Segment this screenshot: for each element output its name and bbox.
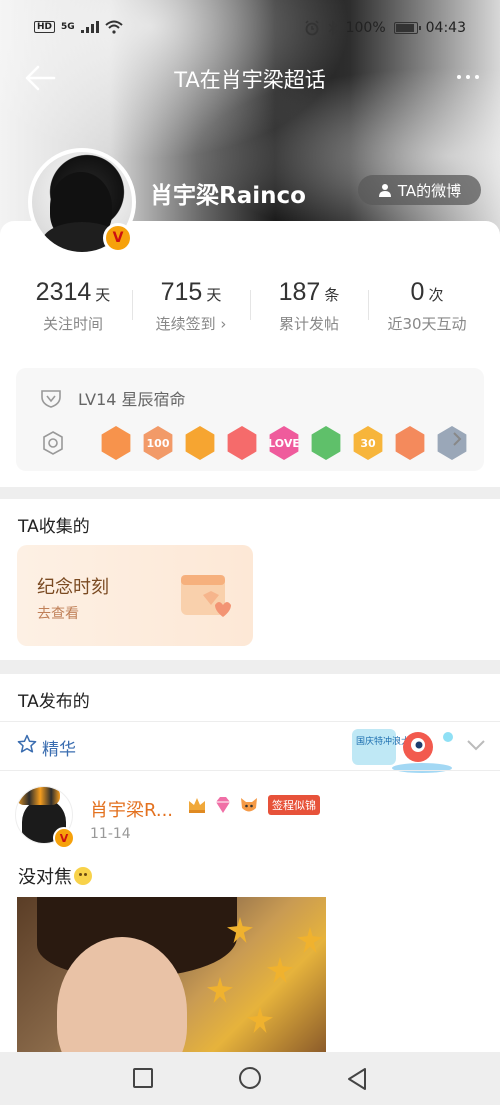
stat-value: 2314 <box>35 278 92 306</box>
stats-row: 2314 天 关注时间 715 天 连续签到 › 187 条 累计发帖 0次 近30天… <box>14 278 486 334</box>
wifi-icon <box>105 20 123 34</box>
clock: 04:43 <box>425 20 466 36</box>
stat-unit: 次 <box>428 286 444 304</box>
memorial-card-title: 纪念时刻 <box>37 577 109 598</box>
stat-label: 连续签到 › <box>155 315 227 333</box>
badge-label: 100 <box>146 436 170 450</box>
divider <box>0 770 500 771</box>
system-nav-bar <box>0 1052 500 1105</box>
stat-posts: 187 条 累计发帖 <box>250 278 368 334</box>
top-nav: TA在肖宇梁超话 <box>0 58 500 98</box>
battery-percent: 100% <box>345 20 386 36</box>
chevron-down-icon[interactable] <box>466 738 486 752</box>
emoji-icon <box>74 867 92 885</box>
badge-label: LOVE <box>268 436 300 450</box>
page-title: TA在肖宇梁超话 <box>174 68 326 92</box>
fox-fan-icon <box>241 798 257 812</box>
signal-icon <box>80 21 99 33</box>
more-button[interactable] <box>450 62 486 92</box>
collected-title: TA收集的 <box>18 517 90 537</box>
post-image[interactable] <box>17 897 326 1054</box>
hd-icon: HD <box>34 21 56 33</box>
back-triangle-button[interactable] <box>346 1067 368 1091</box>
fox-badge[interactable] <box>101 426 131 460</box>
stats-card: 2314 天 关注时间 715 天 连续签到 › 187 条 累计发帖 0次 近30天… <box>0 221 500 487</box>
collected-section: TA收集的 纪念时刻 去查看 <box>0 499 500 660</box>
stat-value: 715 <box>160 278 203 306</box>
stat-label: 近30天互动 <box>387 315 467 333</box>
badge-list: 100 LOVE 30 <box>100 426 478 460</box>
post-text: 没对焦 <box>18 863 92 889</box>
level-badges-panel[interactable]: LV14 星辰宿命 100 LOVE 30 <box>16 368 484 471</box>
crown-medal-icon <box>189 798 205 813</box>
calendar-heart-icon <box>181 575 231 617</box>
memorial-moments-card[interactable]: 纪念时刻 去查看 <box>17 545 253 646</box>
stat-label: 累计发帖 <box>278 315 339 333</box>
network-label: 5G <box>61 22 75 32</box>
posted-section: TA发布的 精华 国庆特冲浪大师 V 肖宇梁R... 签程似锦 11-14 没对… <box>0 674 500 1054</box>
leaf-shape <box>297 927 323 953</box>
fan-tag: 签程似锦 <box>268 795 320 815</box>
view-weibo-button[interactable]: TA的微博 <box>358 175 481 205</box>
post-verified-badge: V <box>53 827 75 849</box>
recent-apps-button[interactable] <box>133 1068 153 1088</box>
leaf-shape <box>207 977 233 1003</box>
level-row: LV14 星辰宿命 <box>40 386 186 410</box>
stat-value: 187 <box>278 278 321 306</box>
alarm-icon <box>305 20 319 36</box>
tiger-pendant-icon <box>16 787 60 805</box>
posted-title: TA发布的 <box>18 692 90 712</box>
stat-value: 0 <box>410 278 425 306</box>
diamond-level-icon <box>216 797 230 813</box>
badge-label: 30 <box>360 436 376 450</box>
badges-row: 100 LOVE 30 <box>40 426 478 460</box>
love-badge[interactable]: LOVE <box>268 426 300 460</box>
bluetooth-icon <box>328 20 337 36</box>
home-button[interactable] <box>239 1067 261 1089</box>
leaf-badge[interactable] <box>311 426 341 460</box>
crown-badge[interactable] <box>185 426 215 460</box>
stat-unit: 天 <box>206 286 222 304</box>
verified-badge: V <box>103 223 133 253</box>
promo-banner[interactable]: 国庆特冲浪大师 <box>352 725 460 775</box>
post-author-badges: 签程似锦 <box>186 794 320 816</box>
level-shield-icon <box>41 390 61 408</box>
stat-label: 关注时间 <box>42 315 103 333</box>
level-text: LV14 星辰宿命 <box>78 390 186 409</box>
post-author[interactable]: 肖宇梁R... <box>90 796 173 822</box>
stat-follow-days: 2314 天 关注时间 <box>14 278 132 334</box>
post-text-content: 没对焦 <box>18 867 72 888</box>
hand-badge[interactable] <box>395 426 425 460</box>
person-icon <box>378 184 391 197</box>
badge-medal-icon <box>43 431 63 455</box>
more-dot-icon <box>466 75 470 79</box>
view-weibo-label: TA的微博 <box>397 181 462 200</box>
leaf-shape <box>247 1007 273 1033</box>
battery-icon <box>393 22 421 34</box>
profile-name[interactable]: 肖宇梁Rainco <box>150 176 306 210</box>
post-date: 11-14 <box>90 826 131 842</box>
stat-unit: 天 <box>95 286 111 304</box>
more-dot-icon <box>457 75 461 79</box>
filter-row: 精华 国庆特冲浪大师 <box>0 722 500 773</box>
bunny-badge[interactable] <box>227 426 257 460</box>
100-days-badge[interactable]: 100 <box>143 426 173 460</box>
status-bar: HD 5G 100% 04:43 <box>0 18 500 42</box>
30-days-badge[interactable]: 30 <box>353 426 383 460</box>
more-dot-icon <box>475 75 479 79</box>
stat-unit: 条 <box>324 286 340 304</box>
stat-checkin-days[interactable]: 715 天 连续签到 › <box>132 278 250 334</box>
leaf-shape <box>267 957 293 983</box>
star-icon <box>17 734 37 753</box>
stat-interactions: 0次 近30天互动 <box>368 278 486 334</box>
featured-filter[interactable]: 精华 <box>42 735 76 760</box>
memorial-card-link: 去查看 <box>37 606 79 622</box>
chevron-right-icon <box>453 432 462 446</box>
